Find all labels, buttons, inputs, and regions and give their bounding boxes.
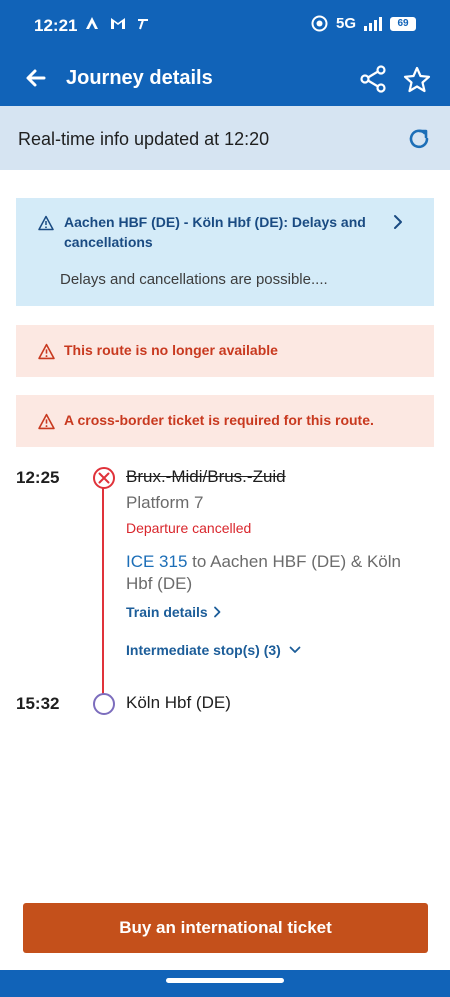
alert-text: This route is no longer available <box>64 342 278 358</box>
chevron-right-icon <box>213 606 221 618</box>
system-nav-bar <box>0 970 450 997</box>
cancelled-stop-icon <box>93 467 115 489</box>
train-info: ICE 315 to Aachen HBF (DE) & Köln Hbf (D… <box>126 551 426 595</box>
departure-platform: Platform 7 <box>126 493 204 512</box>
warning-icon <box>38 215 54 231</box>
train-number[interactable]: ICE 315 <box>126 552 187 571</box>
app-bar: Journey details <box>0 52 450 106</box>
departure-station: Brux.-Midi/Brus.-Zuid <box>126 467 286 486</box>
intermediate-stops-label: Intermediate stop(s) (3) <box>126 642 281 658</box>
route-line <box>102 488 104 694</box>
arrival-station: Köln Hbf (DE) <box>126 693 231 712</box>
refresh-icon[interactable] <box>406 126 432 152</box>
warning-icon <box>38 413 55 430</box>
alert-text: A cross-border ticket is required for th… <box>64 412 374 428</box>
status-time: 12:21 <box>34 16 78 35</box>
share-icon[interactable] <box>358 64 388 94</box>
network-label: 5G <box>335 15 356 32</box>
notification-icons <box>84 15 150 31</box>
signal-icon <box>364 16 382 31</box>
departure-time: 12:25 <box>16 468 60 487</box>
departure-status: Departure cancelled <box>126 520 252 536</box>
star-icon[interactable] <box>402 65 432 95</box>
arrival-time: 15:32 <box>16 694 60 713</box>
train-details-link[interactable]: Train details <box>126 604 222 620</box>
intermediate-stops-toggle[interactable]: Intermediate stop(s) (3) <box>126 642 301 658</box>
buy-ticket-button[interactable]: Buy an international ticket <box>23 903 428 953</box>
page-title: Journey details <box>66 67 213 89</box>
train-details-label: Train details <box>126 604 208 620</box>
route-unavailable-alert: This route is no longer available <box>16 325 434 377</box>
realtime-bar: Real-time info updated at 12:20 <box>0 106 450 170</box>
notice-body: Delays and cancellations are possible...… <box>60 271 328 288</box>
chevron-right-icon <box>394 215 402 229</box>
gmail-icon <box>111 18 125 29</box>
delay-notice[interactable]: Aachen HBF (DE) - Köln Hbf (DE): Delays … <box>16 198 434 306</box>
hash-icon <box>138 19 148 30</box>
chevron-down-icon <box>289 646 301 653</box>
battery-icon: 69 <box>390 16 416 31</box>
notice-title: Aachen HBF (DE) - Köln Hbf (DE): Delays … <box>64 214 366 250</box>
system-icons: 5G 69 <box>311 15 416 32</box>
realtime-text: Real-time info updated at 12:20 <box>18 129 270 149</box>
whatsapp-icon <box>311 15 328 32</box>
warning-icon <box>38 343 55 360</box>
back-arrow-icon[interactable] <box>24 66 48 90</box>
arrival-stop-icon <box>93 693 115 715</box>
app-a-icon <box>86 17 98 29</box>
home-indicator[interactable] <box>166 978 284 983</box>
cross-border-alert: A cross-border ticket is required for th… <box>16 395 434 447</box>
status-bar: 12:21 5G 69 <box>0 0 450 52</box>
